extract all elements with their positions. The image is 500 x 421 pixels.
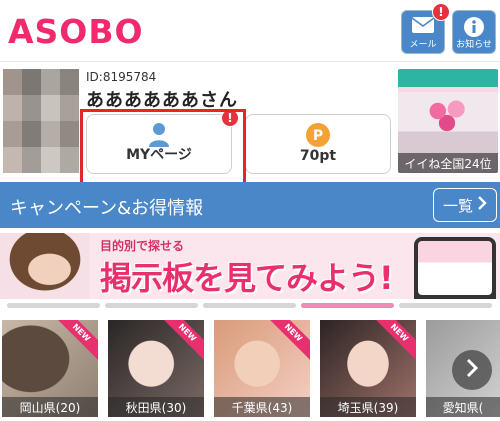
- new-badge: NEW: [157, 320, 204, 363]
- next-slide-button[interactable]: [452, 350, 492, 390]
- ranking-label: イイね全国24位: [398, 153, 498, 173]
- info-button[interactable]: お知らせ: [452, 10, 496, 54]
- region-label: 秋田県(30): [108, 397, 204, 417]
- region-thumbnail[interactable]: NEW 岡山県(20): [2, 320, 98, 417]
- info-icon: [463, 16, 485, 42]
- bulletin-board-banner[interactable]: 目的別で探せる 掲示板を見てみよう!: [0, 233, 500, 299]
- slider-dot[interactable]: [105, 303, 198, 308]
- avatar[interactable]: [3, 69, 79, 173]
- new-badge: NEW: [51, 320, 98, 363]
- region-thumbnail[interactable]: NEW 千葉県(43): [214, 320, 310, 417]
- new-badge: NEW: [263, 320, 310, 363]
- banner-slider-indicators: [0, 303, 500, 309]
- campaign-more-button[interactable]: 一覧: [433, 188, 497, 222]
- banner-model-image: [0, 233, 90, 299]
- banner-subtitle: 目的別で探せる: [100, 239, 185, 253]
- slider-dot[interactable]: [203, 303, 296, 308]
- slider-dot[interactable]: [7, 303, 100, 308]
- region-label: 埼玉県(39): [320, 397, 416, 417]
- asobo-logo[interactable]: ASOBO: [8, 9, 144, 53]
- campaign-more-label: 一覧: [442, 196, 473, 215]
- user-id: ID:8195784: [86, 70, 157, 84]
- campaign-bar: キャンペーン&お得情報 一覧: [0, 182, 500, 228]
- mail-button[interactable]: メール !: [401, 3, 450, 54]
- region-thumbnail[interactable]: NEW 埼玉県(39): [320, 320, 416, 417]
- chevron-right-icon: [465, 358, 479, 382]
- points-button[interactable]: P 70pt: [245, 114, 391, 174]
- banner-title: 掲示板を見てみよう!: [100, 259, 394, 297]
- ranking-card[interactable]: イイね全国24位: [398, 69, 498, 173]
- region-label: 千葉県(43): [214, 397, 310, 417]
- point-coin-icon: P: [305, 122, 331, 152]
- slider-dot[interactable]: [399, 303, 492, 308]
- svg-text:P: P: [313, 128, 323, 144]
- envelope-icon: [411, 16, 435, 38]
- app-header: ASOBO メール ! お知らせ: [0, 0, 500, 62]
- slider-dot-active[interactable]: [301, 303, 394, 308]
- my-page-highlight-box: [80, 109, 246, 187]
- profile-section: ID:8195784 ああああああさん MYページ ! P 70pt イイね全国…: [0, 62, 500, 180]
- campaign-title: キャンペーン&お得情報: [10, 198, 204, 219]
- mail-notification-badge: !: [432, 3, 450, 21]
- mail-button-label: メール: [409, 40, 437, 50]
- chevron-right-icon: [477, 196, 487, 214]
- new-badge: NEW: [369, 320, 416, 363]
- region-thumbnail[interactable]: NEW 秋田県(30): [108, 320, 204, 417]
- region-label: 愛知県(: [426, 397, 500, 417]
- banner-phone-image: [414, 237, 496, 299]
- region-label: 岡山県(20): [2, 397, 98, 417]
